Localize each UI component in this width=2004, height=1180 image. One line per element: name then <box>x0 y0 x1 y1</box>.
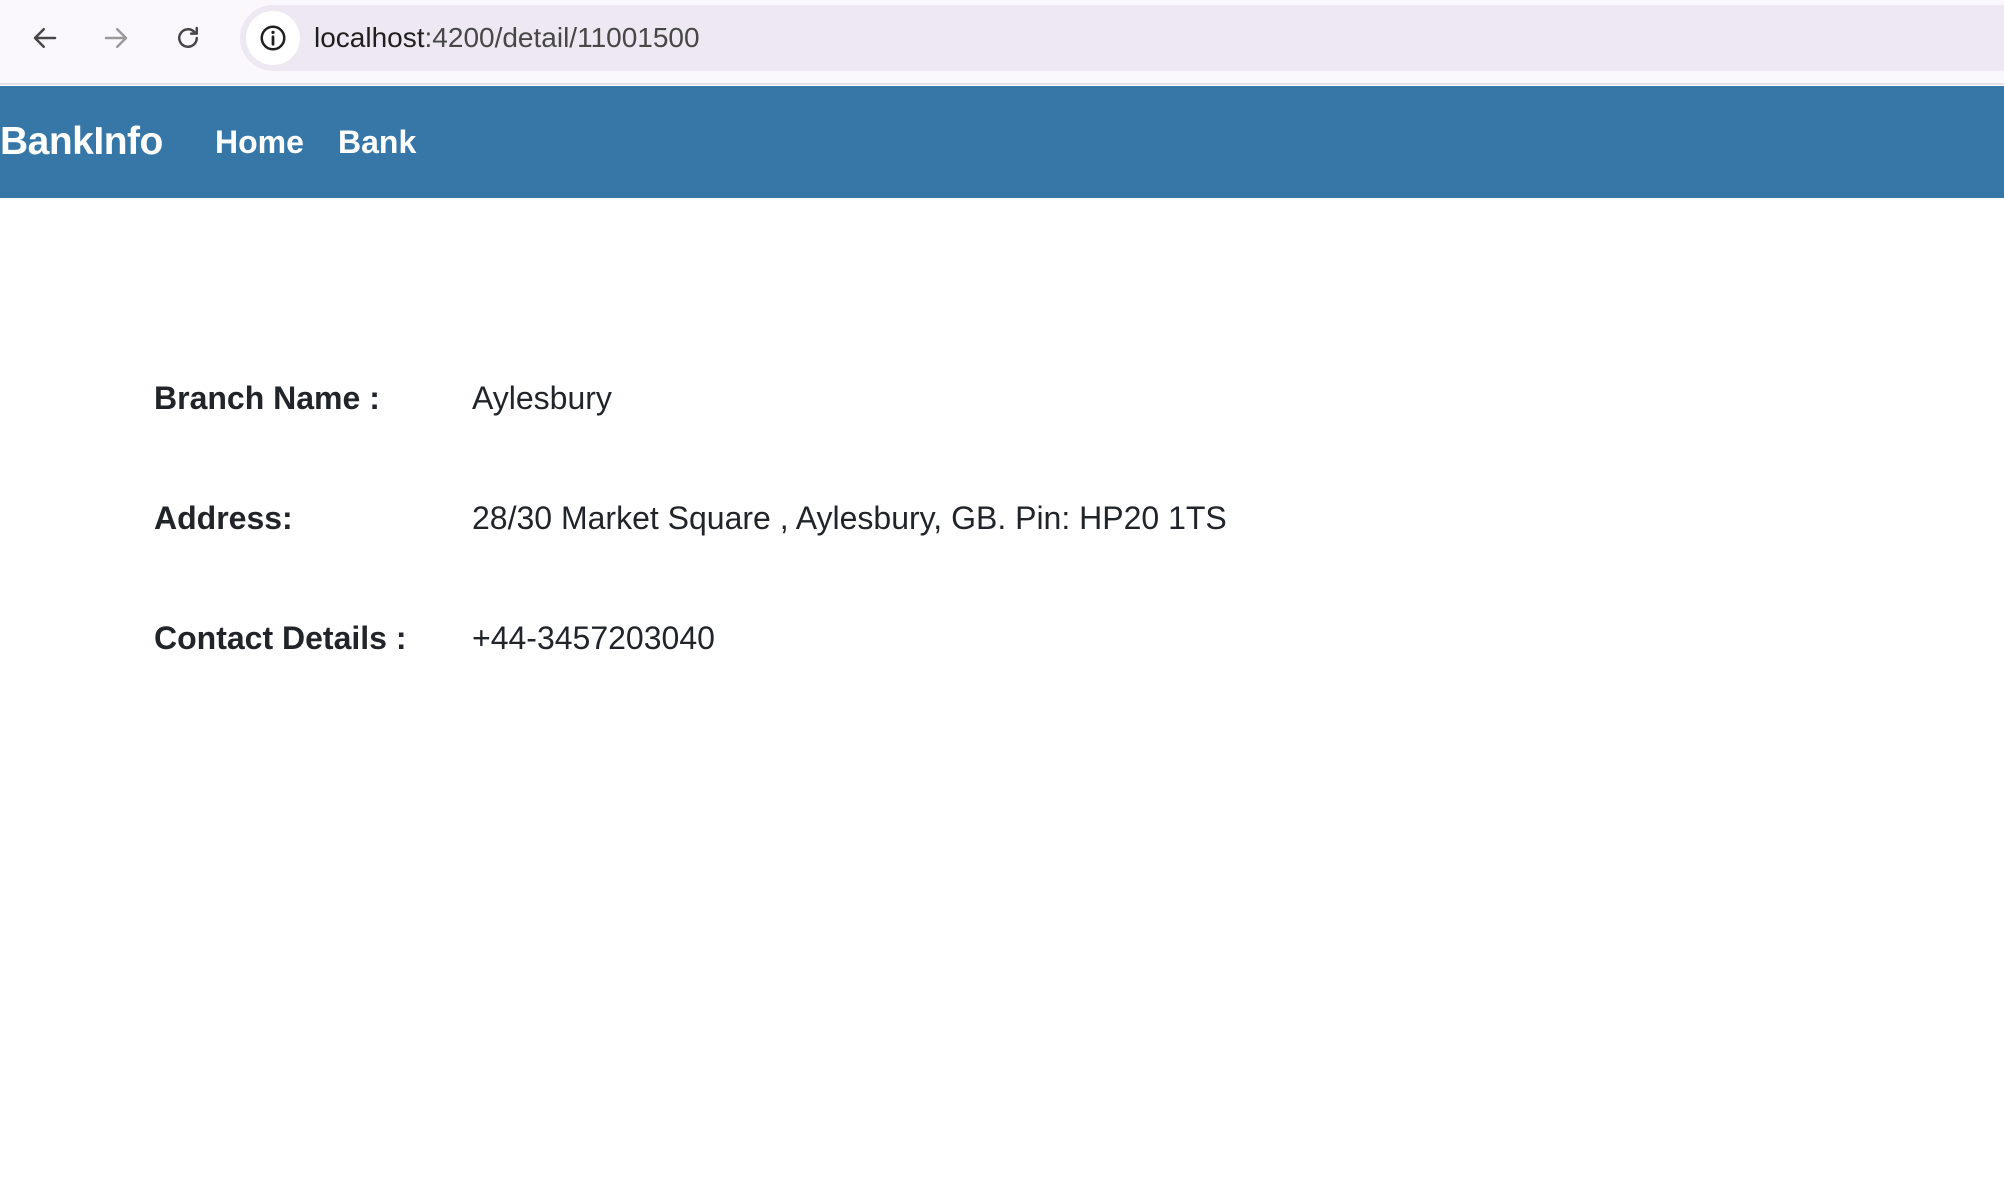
arrow-left-icon <box>33 28 57 48</box>
contact-value: +44-3457203040 <box>472 620 715 656</box>
contact-label: Contact Details : <box>154 620 407 656</box>
arrow-right-icon <box>104 28 128 48</box>
branch-name-value: Aylesbury <box>472 380 612 416</box>
address-label: Address: <box>154 500 293 536</box>
address-bar[interactable]: localhost:4200/detail/11001500 <box>240 5 2004 71</box>
browser-toolbar: localhost:4200/detail/11001500 <box>0 0 2004 85</box>
address-value: 28/30 Market Square , Aylesbury, GB. Pin… <box>472 500 1227 536</box>
site-info-button[interactable] <box>246 11 300 65</box>
forward-button[interactable] <box>91 18 141 58</box>
brand-link[interactable]: BankInfo <box>0 86 163 198</box>
url-text[interactable]: localhost:4200/detail/11001500 <box>314 5 700 71</box>
nav-link-bank[interactable]: Bank <box>338 86 416 198</box>
branch-name-label: Branch Name : <box>154 380 380 416</box>
branch-name-row: Branch Name : Aylesbury <box>154 380 1654 500</box>
url-host: localhost <box>314 22 425 53</box>
nav-link-home[interactable]: Home <box>215 86 304 198</box>
branch-detail: Branch Name : Aylesbury Address: 28/30 M… <box>154 380 1654 740</box>
address-row: Address: 28/30 Market Square , Aylesbury… <box>154 500 1654 620</box>
reload-button[interactable] <box>163 18 213 58</box>
reload-icon <box>178 26 198 48</box>
info-icon <box>260 25 286 51</box>
url-path: :4200/detail/11001500 <box>424 22 700 53</box>
contact-row: Contact Details : +44-3457203040 <box>154 620 1654 740</box>
app-navbar: BankInfo Home Bank <box>0 86 2004 198</box>
back-button[interactable] <box>20 18 70 58</box>
